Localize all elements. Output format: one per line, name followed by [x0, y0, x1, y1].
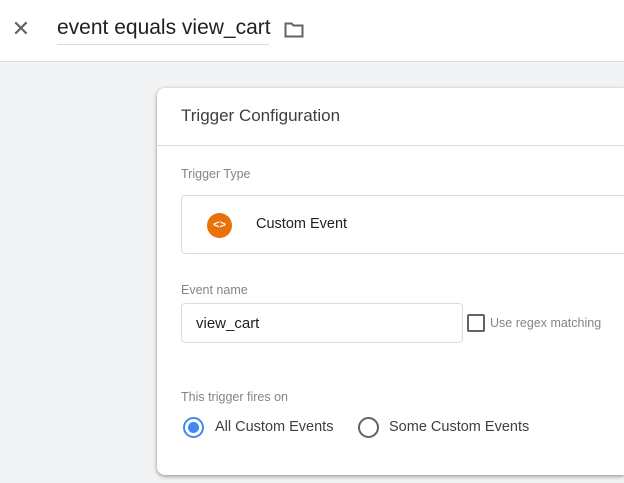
trigger-configuration-card: Trigger Configuration Trigger Type <> Cu…	[157, 88, 624, 475]
radio-label-some[interactable]: Some Custom Events	[389, 419, 529, 435]
top-bar: ✕ event equals view_cart	[0, 0, 624, 62]
card-title: Trigger Configuration	[181, 106, 341, 125]
close-icon[interactable]: ✕	[10, 18, 32, 40]
regex-label: Use regex matching	[490, 316, 602, 330]
event-name-input[interactable]: view_cart	[181, 303, 463, 343]
radio-label-all[interactable]: All Custom Events	[215, 419, 333, 435]
folder-icon[interactable]	[284, 22, 304, 38]
fires-on-label: This trigger fires on	[181, 390, 288, 404]
trigger-type-name: Custom Event	[256, 216, 348, 232]
radio-some-custom-events[interactable]	[358, 417, 379, 438]
trigger-type-label: Trigger Type	[181, 167, 251, 181]
divider	[157, 145, 624, 146]
radio-all-custom-events[interactable]	[183, 417, 204, 438]
trigger-type-selector[interactable]: <> Custom Event	[181, 195, 624, 254]
code-icon: <>	[207, 213, 232, 238]
trigger-name-field[interactable]: event equals view_cart	[57, 16, 271, 45]
regex-checkbox[interactable]	[467, 314, 485, 332]
event-name-label: Event name	[181, 283, 248, 297]
